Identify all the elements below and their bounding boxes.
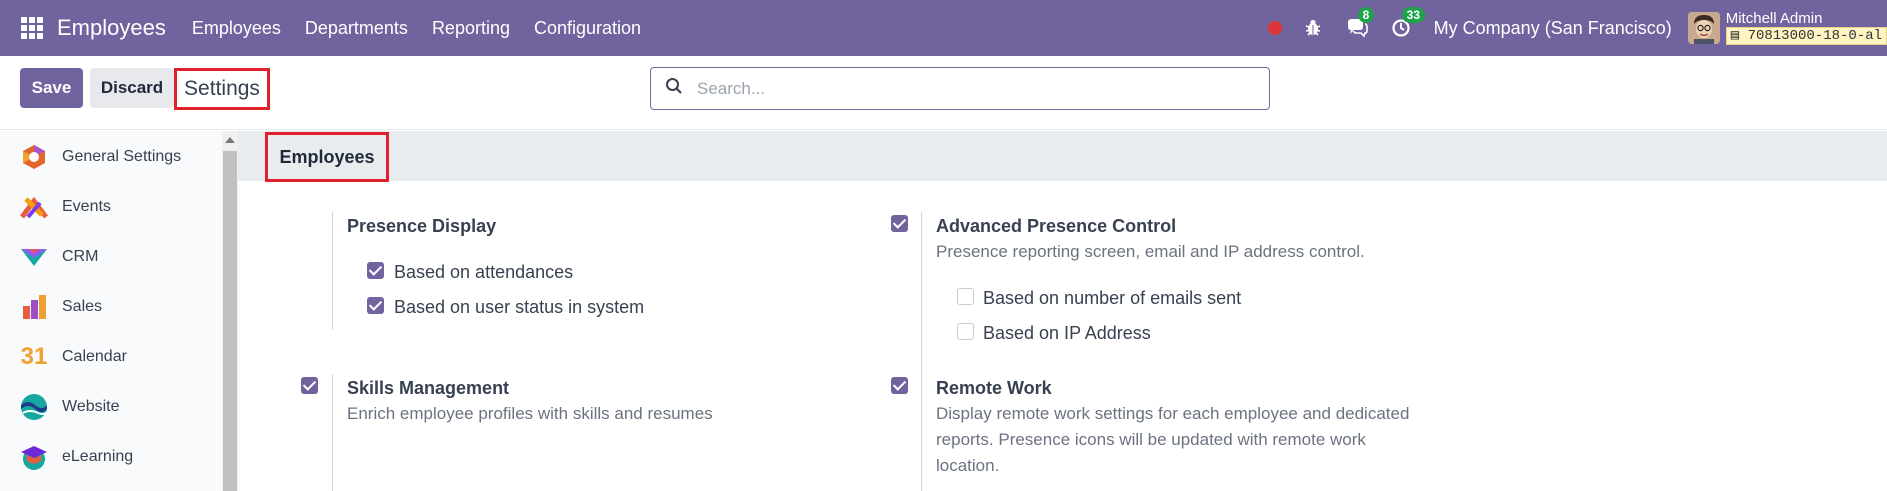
sidebar-item-label: Calendar — [62, 348, 127, 365]
presence-display-title: Presence Display — [347, 216, 497, 236]
skills-management-checkbox[interactable] — [301, 377, 318, 394]
menu-reporting[interactable]: Reporting — [432, 18, 510, 39]
sidebar-scrollbar[interactable] — [222, 131, 238, 491]
user-menu[interactable]: Mitchell Admin ▤ 70813000-18-0-al — [1725, 10, 1887, 45]
remote-work-description-line-1: Display remote work settings for each em… — [936, 404, 1410, 423]
sidebar-item-calendar[interactable]: 31 Calendar — [0, 332, 220, 382]
remote-work-description-line-2: reports. Presence icons will be updated … — [936, 430, 1366, 449]
sidebar-item-label: Sales — [62, 298, 103, 315]
setting-divider — [332, 374, 333, 491]
save-button[interactable]: Save — [20, 68, 83, 108]
advanced-presence-checkbox[interactable] — [891, 215, 908, 232]
scroll-thumb[interactable] — [223, 151, 237, 491]
setting-divider — [332, 212, 333, 330]
section-title: Employees — [265, 132, 389, 182]
attendances-checkbox[interactable] — [367, 262, 384, 279]
scroll-up-arrow-icon[interactable] — [225, 137, 235, 143]
sidebar-item-label: Website — [62, 398, 120, 415]
app-name[interactable]: Employees — [57, 15, 166, 41]
messages-icon[interactable]: 8 — [1346, 7, 1375, 39]
section-header: Employees — [238, 131, 1887, 182]
database-tag: ▤ 70813000-18-0-al — [1725, 27, 1887, 45]
skills-management-description: Enrich employee profiles with skills and… — [347, 404, 713, 423]
database-icon: ▤ — [1730, 28, 1740, 44]
events-icon — [20, 193, 48, 221]
sidebar-item-crm[interactable]: CRM — [0, 232, 220, 282]
menu-employees[interactable]: Employees — [192, 18, 281, 39]
user-name: Mitchell Admin — [1725, 10, 1823, 27]
crm-icon — [20, 243, 48, 271]
settings-content: Employees Presence Display Based on atte… — [238, 131, 1887, 491]
database-name: 70813000-18-0-al — [1747, 28, 1882, 44]
menu-configuration[interactable]: Configuration — [534, 18, 641, 39]
app-grid-icon[interactable] — [21, 17, 43, 39]
ip-address-label[interactable]: Based on IP Address — [983, 323, 1151, 344]
emails-sent-checkbox[interactable] — [957, 288, 974, 305]
sidebar-item-elearning[interactable]: eLearning — [0, 432, 220, 482]
sidebar-item-events[interactable]: Events — [0, 182, 220, 232]
search-icon — [665, 77, 683, 100]
remote-work-checkbox[interactable] — [891, 377, 908, 394]
general-settings-icon — [20, 143, 48, 171]
discard-button[interactable]: Discard — [90, 68, 174, 108]
menu-departments[interactable]: Departments — [305, 18, 408, 39]
control-panel: Save Discard Settings — [0, 56, 1887, 130]
website-icon — [20, 393, 48, 421]
emails-sent-label[interactable]: Based on number of emails sent — [983, 288, 1241, 309]
search-bar[interactable] — [650, 67, 1270, 110]
calendar-icon: 31 — [20, 343, 48, 371]
remote-work-description-line-3: location. — [936, 456, 1000, 475]
top-navbar: Employees Employees Departments Reportin… — [0, 0, 1887, 56]
sidebar-item-label: Events — [62, 198, 111, 215]
settings-sidebar: General Settings Events CRM Sales 31 Cal… — [0, 131, 222, 491]
activities-count-badge: 33 — [1401, 7, 1426, 23]
calendar-icon-number: 31 — [20, 343, 48, 370]
breadcrumb-settings: Settings — [174, 68, 270, 110]
sidebar-item-label: CRM — [62, 248, 99, 265]
sales-icon — [20, 293, 48, 321]
sidebar-item-sales[interactable]: Sales — [0, 282, 220, 332]
sidebar-item-general-settings[interactable]: General Settings — [0, 132, 220, 182]
remote-work-title[interactable]: Remote Work — [936, 378, 1052, 399]
sidebar-item-label: eLearning — [62, 448, 134, 465]
ip-address-checkbox[interactable] — [957, 323, 974, 340]
messages-count-badge: 8 — [1357, 7, 1375, 23]
elearning-icon — [20, 443, 48, 471]
user-status-checkbox[interactable] — [367, 297, 384, 314]
bug-icon[interactable] — [1302, 17, 1324, 39]
search-input[interactable] — [697, 78, 1237, 99]
advanced-presence-title[interactable]: Advanced Presence Control — [936, 216, 1176, 237]
recording-indicator-icon[interactable] — [1267, 21, 1282, 35]
company-switcher[interactable]: My Company (San Francisco) — [1434, 18, 1672, 39]
advanced-presence-description: Presence reporting screen, email and IP … — [936, 242, 1365, 261]
sidebar-item-label: General Settings — [62, 148, 182, 165]
attendances-label[interactable]: Based on attendances — [394, 262, 573, 283]
skills-management-title[interactable]: Skills Management — [347, 378, 509, 399]
user-status-label[interactable]: Based on user status in system — [394, 297, 644, 318]
setting-divider — [921, 212, 922, 386]
setting-divider — [921, 374, 922, 491]
sidebar-item-website[interactable]: Website — [0, 382, 220, 432]
activities-clock-icon[interactable]: 33 — [1390, 7, 1426, 39]
user-avatar[interactable] — [1687, 12, 1720, 44]
